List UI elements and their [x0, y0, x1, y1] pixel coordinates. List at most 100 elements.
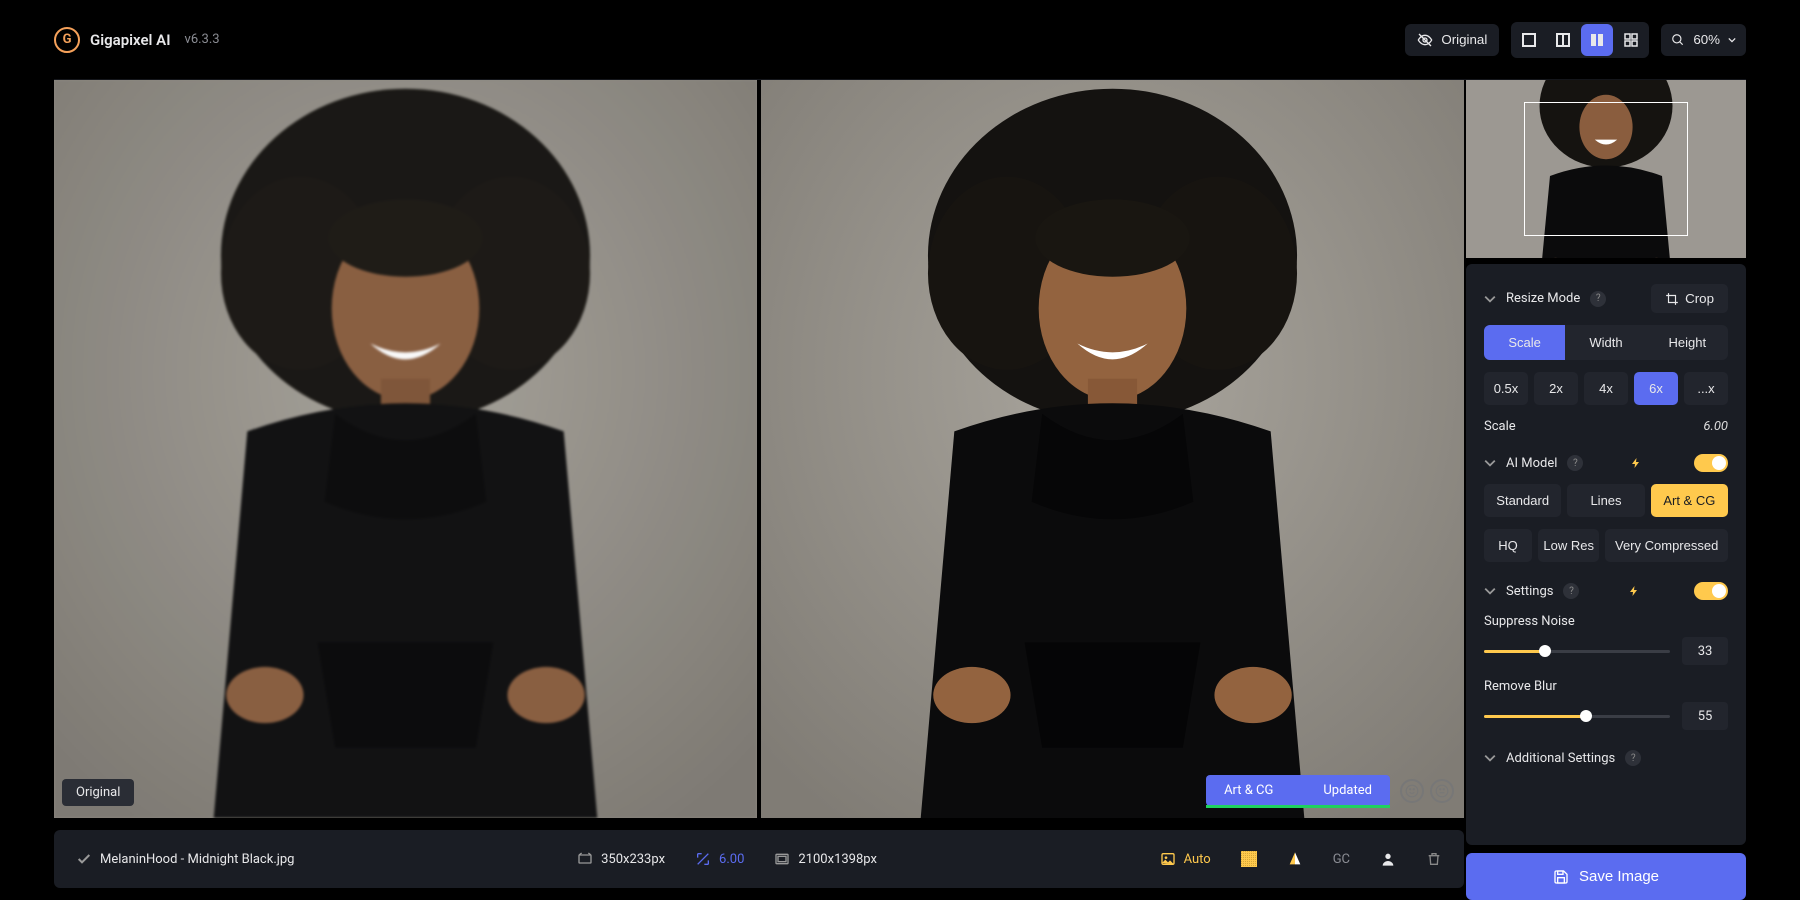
factor-05x[interactable]: 0.5x: [1484, 372, 1528, 405]
model-lines[interactable]: Lines: [1567, 484, 1644, 517]
resize-title: Resize Mode: [1506, 291, 1580, 306]
compare-area[interactable]: Original: [54, 80, 1464, 818]
view-mode-group: [1511, 22, 1649, 58]
eye-off-icon: [1417, 32, 1433, 48]
rate-bad-button[interactable]: [1430, 779, 1454, 803]
delete-button[interactable]: [1426, 851, 1442, 867]
model-lowres[interactable]: Low Res: [1538, 529, 1599, 562]
zoom-value: 60%: [1693, 32, 1720, 47]
feedback-buttons: [1400, 779, 1454, 803]
navigator-thumbnail[interactable]: [1466, 80, 1746, 258]
source-dims: 350x233px: [577, 851, 665, 867]
model-artcg[interactable]: Art & CG: [1651, 484, 1728, 517]
app-version: v6.3.3: [185, 32, 220, 47]
mode-width-button[interactable]: Width: [1565, 325, 1646, 360]
scale-kv: Scale 6.00: [1484, 419, 1728, 434]
bolt-icon: [1630, 456, 1642, 470]
factor-2x[interactable]: 2x: [1534, 372, 1578, 405]
navigator-viewport[interactable]: [1524, 102, 1688, 236]
ai-auto-toggle[interactable]: [1694, 454, 1728, 472]
blur-value[interactable]: 55: [1682, 702, 1728, 730]
factor-custom[interactable]: ...x: [1684, 372, 1728, 405]
crop-button[interactable]: Crop: [1651, 284, 1728, 313]
model-standard[interactable]: Standard: [1484, 484, 1561, 517]
view-split-button[interactable]: [1547, 24, 1579, 56]
chevron-down-icon[interactable]: [1484, 752, 1496, 764]
scale-status: 6.00: [695, 851, 744, 867]
status-bar: MelaninHood - Midnight Black.jpg 350x233…: [54, 830, 1464, 888]
factor-6x[interactable]: 6x: [1634, 372, 1678, 405]
chevron-down-icon[interactable]: [1484, 293, 1496, 305]
grain-button[interactable]: [1241, 851, 1257, 867]
additional-title: Additional Settings: [1506, 751, 1615, 766]
side-column: Resize Mode ? Crop Scale Width Height 0.…: [1466, 80, 1746, 900]
check-icon: [76, 851, 92, 867]
output-dims-icon: [774, 851, 790, 867]
noise-track[interactable]: [1484, 650, 1670, 653]
app-logo-icon: G: [54, 27, 80, 53]
resize-mode-seg: Scale Width Height: [1484, 325, 1728, 360]
grain-icon: [1241, 851, 1257, 867]
app-name: Gigapixel AI: [90, 31, 171, 49]
factor-4x[interactable]: 4x: [1584, 372, 1628, 405]
bolt-icon: [1628, 584, 1640, 598]
view-grid-button[interactable]: [1615, 24, 1647, 56]
smile-icon: [1405, 784, 1419, 798]
help-icon[interactable]: ?: [1567, 455, 1583, 471]
resize-section: Resize Mode ? Crop Scale Width Height 0.…: [1466, 274, 1746, 444]
auto-button[interactable]: Auto: [1160, 851, 1211, 867]
settings-panel: Resize Mode ? Crop Scale Width Height 0.…: [1466, 264, 1746, 845]
rate-good-button[interactable]: [1400, 779, 1424, 803]
chevron-down-icon[interactable]: [1484, 585, 1496, 597]
square-icon: [1522, 33, 1536, 47]
dimensions-icon: [577, 851, 593, 867]
remove-blur-slider: Remove Blur 55: [1484, 679, 1728, 730]
additional-section: Additional Settings ?: [1466, 740, 1746, 776]
original-tag: Original: [62, 779, 134, 806]
noise-value[interactable]: 33: [1682, 637, 1728, 665]
save-image-button[interactable]: Save Image: [1466, 853, 1746, 900]
ai-section: AI Model ? Standard Lines Art & CG HQ Lo…: [1466, 444, 1746, 572]
chevron-down-icon[interactable]: [1484, 457, 1496, 469]
blur-track[interactable]: [1484, 715, 1670, 718]
updated-pane[interactable]: Art & CG Updated: [761, 80, 1464, 818]
face-recovery-button[interactable]: [1380, 851, 1396, 867]
settings-auto-toggle[interactable]: [1694, 582, 1728, 600]
mode-scale-button[interactable]: Scale: [1484, 325, 1565, 360]
settings-title: Settings: [1506, 584, 1553, 599]
side-by-side-icon: [1590, 33, 1604, 47]
canvas-column: Original: [54, 80, 1464, 900]
model-verycomp[interactable]: Very Compressed: [1605, 529, 1728, 562]
model-hq[interactable]: HQ: [1484, 529, 1532, 562]
help-icon[interactable]: ?: [1563, 583, 1579, 599]
gc-label: GC: [1333, 852, 1350, 867]
scale-factors: 0.5x 2x 4x 6x ...x: [1484, 372, 1728, 405]
save-icon: [1553, 869, 1569, 885]
grid-icon: [1624, 33, 1638, 47]
contrast-icon: [1287, 851, 1303, 867]
mode-height-button[interactable]: Height: [1647, 325, 1728, 360]
original-pane[interactable]: Original: [54, 80, 757, 818]
help-icon[interactable]: ?: [1590, 291, 1606, 307]
color-button[interactable]: [1287, 851, 1303, 867]
view-single-button[interactable]: [1513, 24, 1545, 56]
updated-chip: Art & CG Updated: [1206, 775, 1390, 806]
updated-status-label: Updated: [1323, 783, 1372, 798]
updated-tag-wrap: Art & CG Updated: [1206, 775, 1454, 806]
original-image: [54, 80, 757, 818]
file-status[interactable]: MelaninHood - Midnight Black.jpg: [76, 851, 294, 867]
help-icon[interactable]: ?: [1625, 750, 1641, 766]
toggle-original-button[interactable]: Original: [1405, 24, 1499, 56]
trash-icon: [1426, 851, 1442, 867]
filename: MelaninHood - Midnight Black.jpg: [100, 852, 294, 867]
zoom-dropdown[interactable]: 60%: [1661, 24, 1746, 56]
view-side-by-side-button[interactable]: [1581, 24, 1613, 56]
updated-image: [761, 80, 1464, 818]
chevron-down-icon: [1728, 36, 1736, 44]
magnifier-icon: [1671, 33, 1685, 47]
updated-model-label: Art & CG: [1224, 783, 1273, 798]
split-vert-icon: [1556, 33, 1570, 47]
settings-section: Settings ? Suppress Noise 33 Remove B: [1466, 572, 1746, 740]
person-icon: [1380, 851, 1396, 867]
workspace: Original: [54, 80, 1746, 900]
